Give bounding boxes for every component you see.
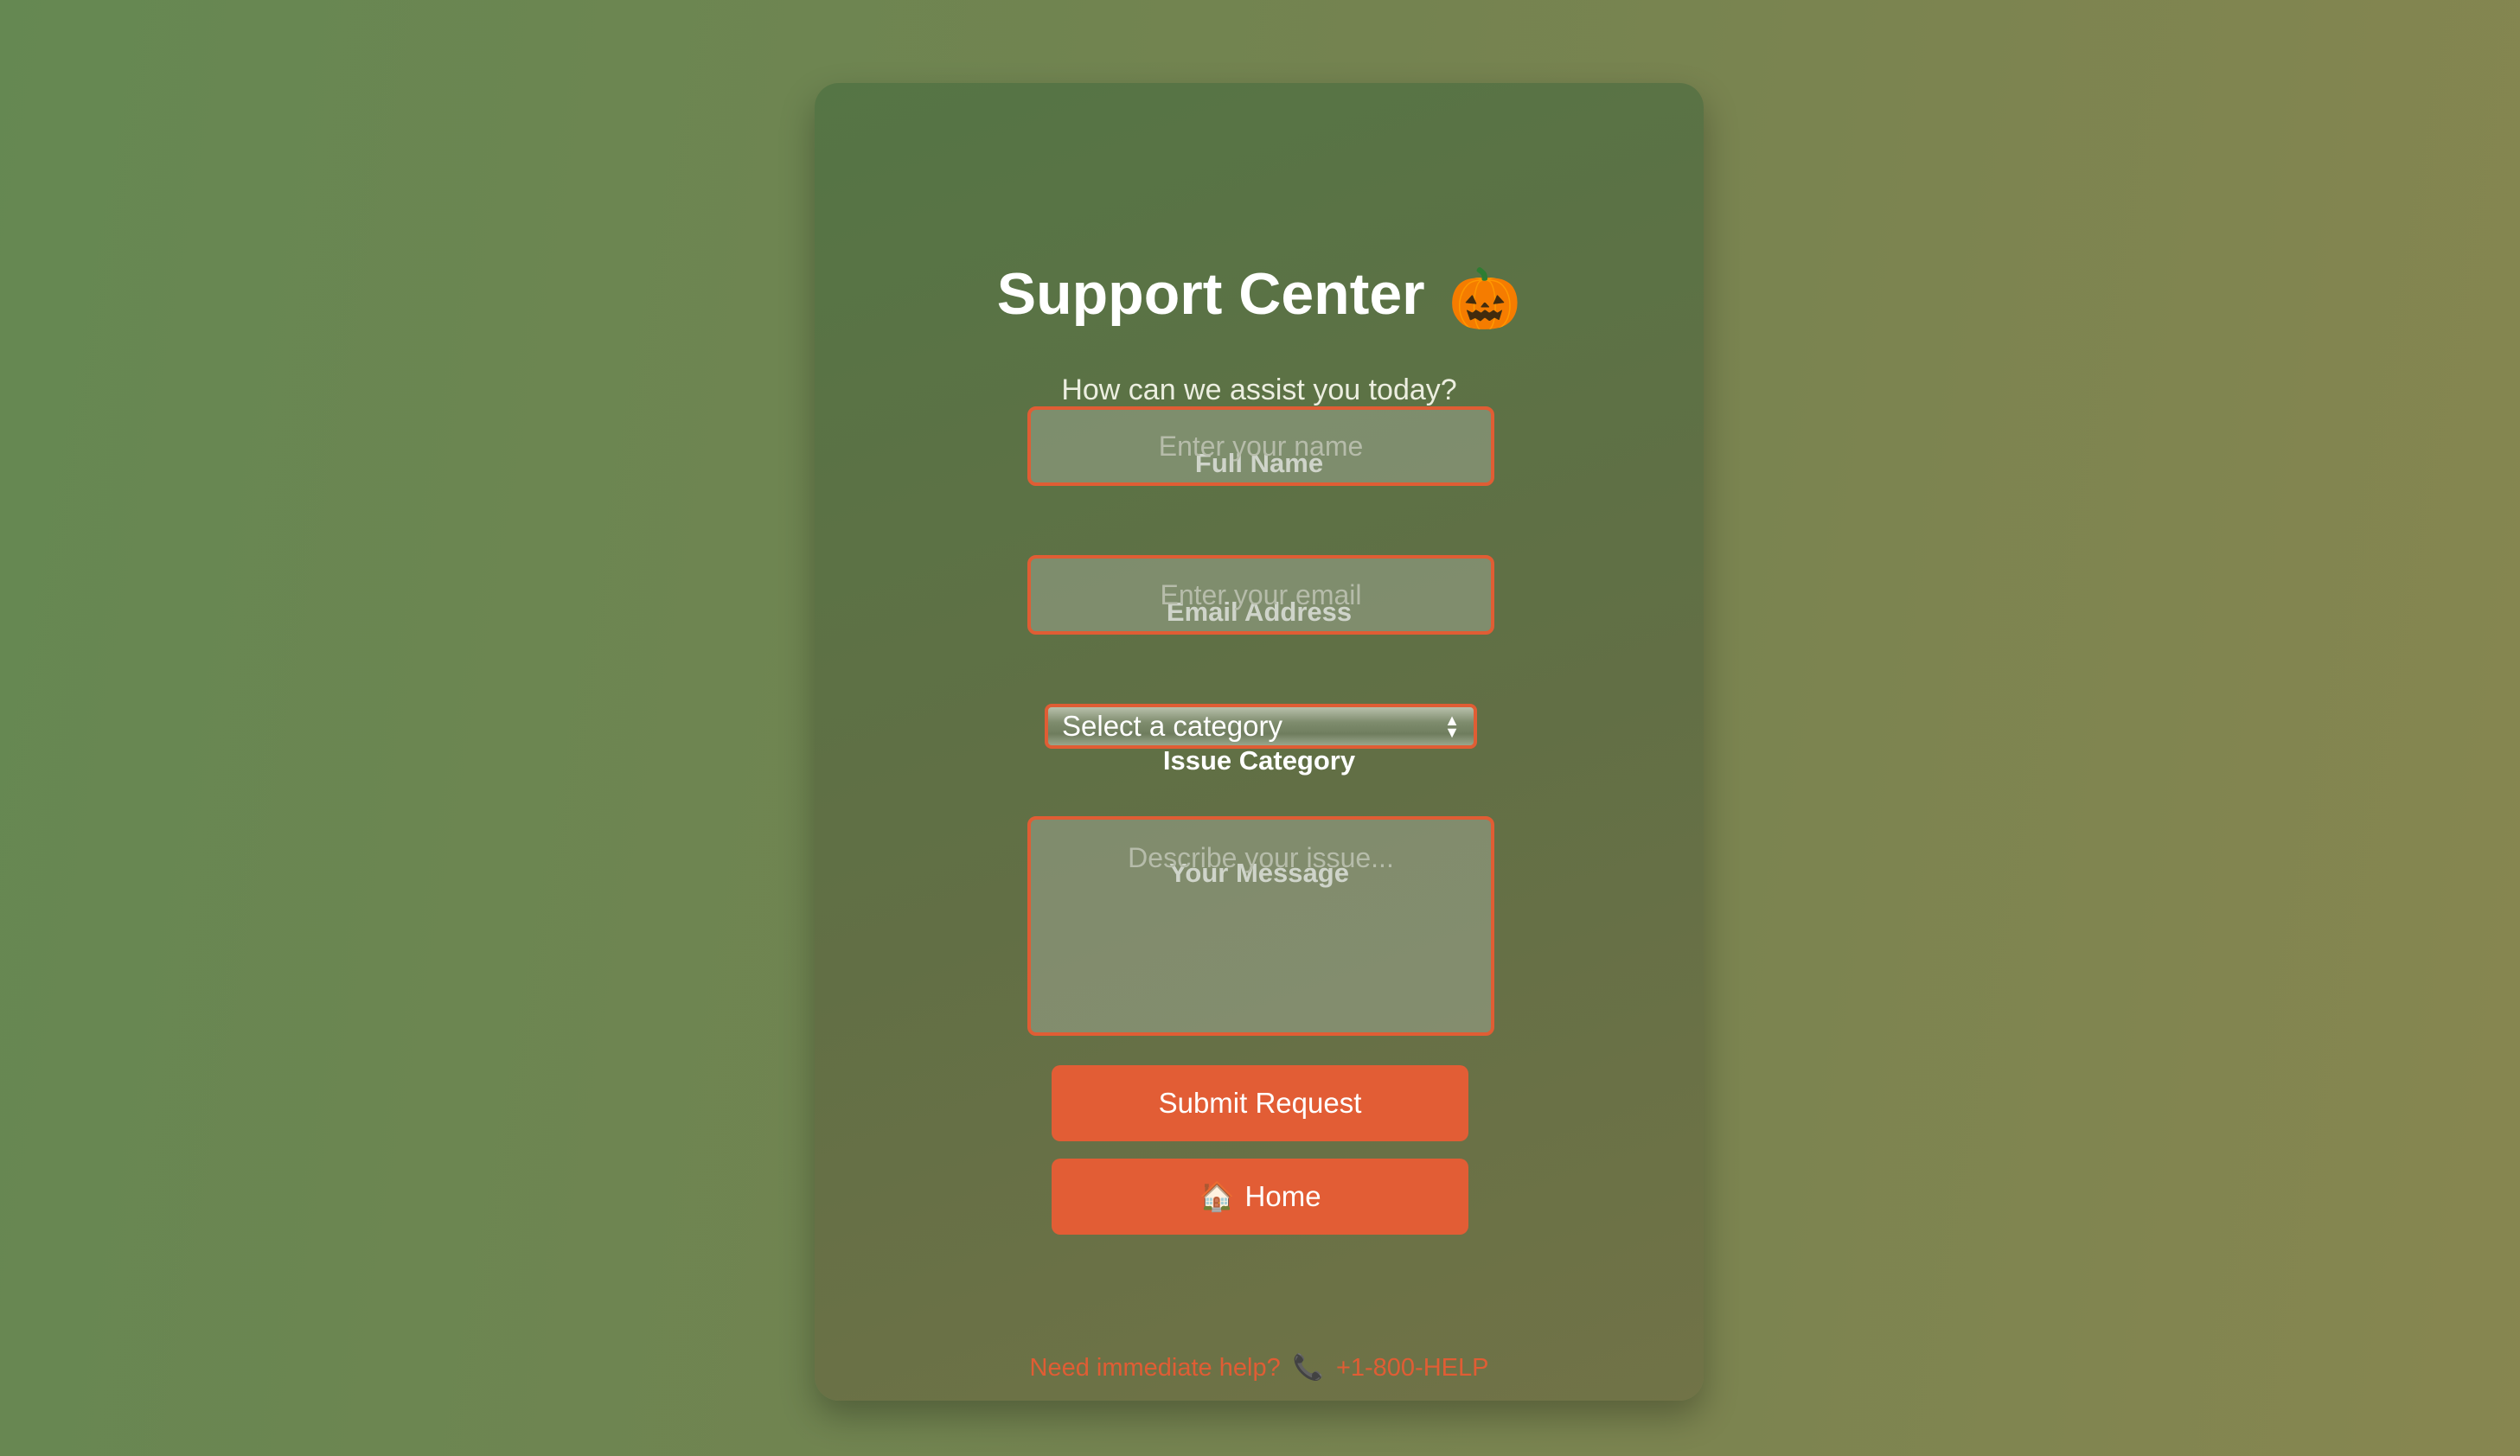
pumpkin-icon: 🎃 bbox=[1448, 266, 1522, 332]
submit-request-label: Submit Request bbox=[1158, 1087, 1362, 1119]
page-title-text: Support Center bbox=[996, 261, 1425, 327]
house-icon: 🏠 bbox=[1199, 1179, 1235, 1212]
page-subtitle: How can we assist you today? bbox=[1061, 374, 1457, 406]
full-name-input[interactable] bbox=[1027, 406, 1494, 486]
issue-category-select[interactable]: Select a category ▲ ▼ bbox=[1045, 704, 1477, 749]
home-button[interactable]: 🏠 Home bbox=[1052, 1159, 1468, 1235]
submit-request-button[interactable]: Submit Request bbox=[1052, 1065, 1468, 1141]
phone-icon: 📞 bbox=[1292, 1354, 1324, 1382]
email-input[interactable] bbox=[1027, 555, 1494, 635]
message-textarea[interactable] bbox=[1027, 816, 1494, 1036]
help-text: Need immediate help? bbox=[1029, 1354, 1281, 1382]
help-phone-link[interactable]: +1-800-HELP bbox=[1336, 1354, 1489, 1382]
support-card: Support Center 🎃 How can we assist you t… bbox=[815, 83, 1704, 1401]
issue-category-selected: Select a category bbox=[1062, 710, 1282, 742]
help-line: Need immediate help? 📞 +1-800-HELP bbox=[815, 1351, 1704, 1385]
page-title: Support Center 🎃 bbox=[815, 252, 1704, 341]
home-label: Home bbox=[1244, 1180, 1321, 1212]
select-arrows-icon: ▲ ▼ bbox=[1444, 712, 1460, 741]
